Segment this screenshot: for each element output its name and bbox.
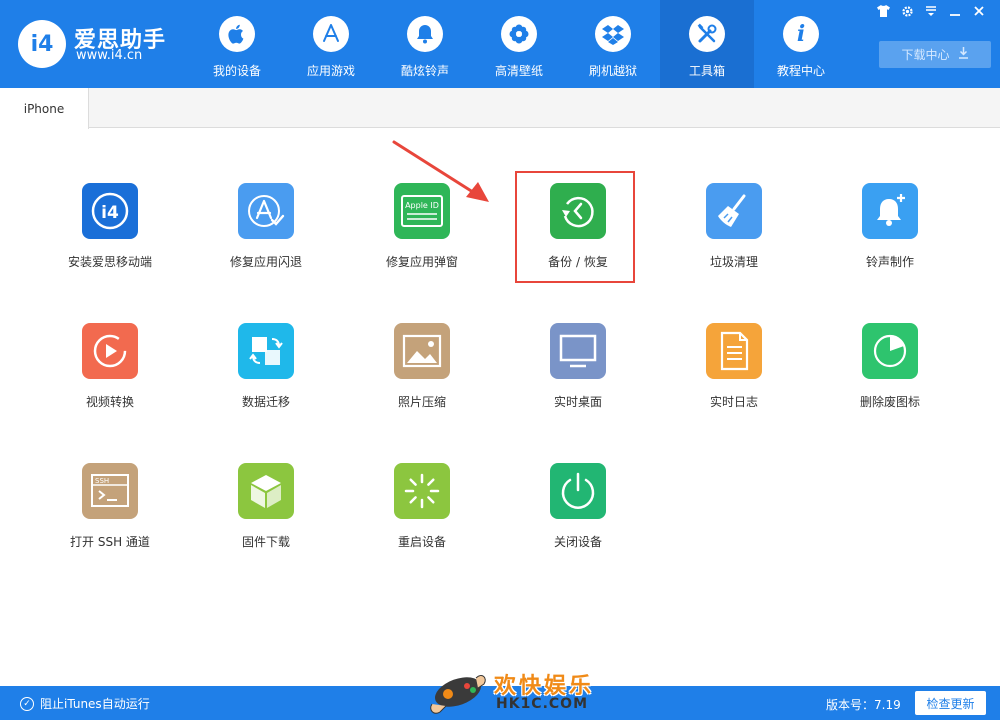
tool-install-i4-mobile[interactable]: i4 安装爱思移动端 xyxy=(35,183,185,293)
tool-photo-compress[interactable]: 照片压缩 xyxy=(347,323,497,433)
tool-label: 修复应用闪退 xyxy=(229,255,302,269)
power-icon xyxy=(550,463,606,519)
tool-label: 关闭设备 xyxy=(553,535,602,549)
tool-shutdown-device[interactable]: 关闭设备 xyxy=(503,463,653,573)
close-icon[interactable] xyxy=(970,3,988,19)
tool-open-ssh[interactable]: SSH 打开 SSH 通道 xyxy=(35,463,185,573)
bell-icon xyxy=(407,16,443,52)
apple-icon xyxy=(219,16,255,52)
terminal-icon: SSH xyxy=(82,463,138,519)
nav-label: 我的设备 xyxy=(212,64,261,78)
photo-icon xyxy=(394,323,450,379)
tool-backup-restore[interactable]: 备份 / 恢复 xyxy=(503,183,653,293)
tool-restart-device[interactable]: 重启设备 xyxy=(347,463,497,573)
tool-firmware-download[interactable]: 固件下载 xyxy=(191,463,341,573)
block-itunes-toggle[interactable]: ✓ 阻止iTunes自动运行 xyxy=(20,695,150,712)
device-tab-bar: iPhone xyxy=(0,88,1000,129)
i4-logo-icon: i4 xyxy=(18,20,66,68)
app-url: www.i4.cn xyxy=(76,48,143,63)
nav-label: 工具箱 xyxy=(688,64,725,78)
tool-label: 安装爱思移动端 xyxy=(67,255,152,269)
nav-wallpapers[interactable]: 高清壁纸 xyxy=(472,0,566,88)
download-center-label: 下载中心 xyxy=(901,48,950,62)
tool-video-convert[interactable]: 视频转换 xyxy=(35,323,185,433)
dropbox-icon xyxy=(595,16,631,52)
backup-restore-icon xyxy=(550,183,606,239)
svg-text:i4: i4 xyxy=(101,203,119,223)
info-icon: i xyxy=(783,16,819,52)
nav-tutorials[interactable]: i 教程中心 xyxy=(754,0,848,88)
tool-realtime-desktop[interactable]: 实时桌面 xyxy=(503,323,653,433)
shirt-icon[interactable] xyxy=(874,3,892,19)
app-logo: i4 爱思助手 www.i4.cn xyxy=(18,18,178,70)
nav-apps-games[interactable]: 应用游戏 xyxy=(284,0,378,88)
tool-label: 照片压缩 xyxy=(397,395,446,409)
tool-realtime-log[interactable]: 实时日志 xyxy=(659,323,809,433)
loading-spinner-icon xyxy=(394,463,450,519)
tool-label: 删除废图标 xyxy=(859,395,920,409)
nav-flash-jailbreak[interactable]: 刷机越狱 xyxy=(566,0,660,88)
block-itunes-label: 阻止iTunes自动运行 xyxy=(40,697,150,711)
tool-fix-app-crash[interactable]: 修复应用闪退 xyxy=(191,183,341,293)
check-icon: ✓ xyxy=(20,696,34,711)
bell-plus-icon xyxy=(862,183,918,239)
annotation-arrow-icon xyxy=(392,140,489,202)
download-center-button[interactable]: 下载中心 xyxy=(879,41,991,68)
cube-icon xyxy=(238,463,294,519)
tools-icon xyxy=(689,16,725,52)
i4-app-icon: i4 xyxy=(82,183,138,239)
tool-label: 垃圾清理 xyxy=(709,255,758,269)
tool-label: 实时桌面 xyxy=(553,395,602,409)
pie-chart-icon xyxy=(862,323,918,379)
ssh-text: SSH xyxy=(95,477,109,485)
tool-label: 重启设备 xyxy=(397,535,446,549)
menu-icon[interactable] xyxy=(922,3,940,19)
data-transfer-icon xyxy=(238,323,294,379)
gear-icon[interactable] xyxy=(898,3,916,19)
check-update-button[interactable]: 检查更新 xyxy=(915,691,986,715)
app-store-check-icon xyxy=(238,183,294,239)
tool-data-migration[interactable]: 数据迁移 xyxy=(191,323,341,433)
broom-icon xyxy=(706,183,762,239)
nav-ringtones[interactable]: 酷炫铃声 xyxy=(378,0,472,88)
tool-label: 数据迁移 xyxy=(241,395,290,409)
document-icon xyxy=(706,323,762,379)
tool-label: 固件下载 xyxy=(241,535,290,549)
tool-label: 视频转换 xyxy=(85,395,134,409)
app-store-icon xyxy=(313,16,349,52)
nav-toolbox[interactable]: 工具箱 xyxy=(660,0,754,88)
header: i4 爱思助手 www.i4.cn 我的设备 应用游戏 酷炫铃声 高清壁纸 刷机… xyxy=(0,0,1000,88)
nav-label: 高清壁纸 xyxy=(494,64,543,78)
gamepad-hands-icon xyxy=(430,675,486,714)
tool-label: 备份 / 恢复 xyxy=(548,255,608,269)
nav-label: 应用游戏 xyxy=(306,64,355,78)
tool-junk-cleanup[interactable]: 垃圾清理 xyxy=(659,183,809,293)
tool-label: 打开 SSH 通道 xyxy=(70,535,150,549)
window-controls xyxy=(874,3,988,19)
download-icon xyxy=(958,47,969,62)
tool-ringtone-maker[interactable]: 铃声制作 xyxy=(815,183,965,293)
watermark-en: HK1C.COM xyxy=(496,696,589,712)
nav-label: 酷炫铃声 xyxy=(400,64,449,78)
tool-label: 铃声制作 xyxy=(865,255,914,269)
flower-icon xyxy=(501,16,537,52)
monitor-icon xyxy=(550,323,606,379)
tool-label: 实时日志 xyxy=(709,395,758,409)
nav-label: 教程中心 xyxy=(776,64,825,78)
minimize-icon[interactable] xyxy=(946,3,964,19)
version-label: 版本号：7.19 xyxy=(826,698,901,712)
watermark: 欢快娱乐 HK1C.COM xyxy=(424,662,594,720)
main-nav: 我的设备 应用游戏 酷炫铃声 高清壁纸 刷机越狱 工具箱 i 教程中心 xyxy=(190,0,848,88)
tool-delete-junk-icons[interactable]: 删除废图标 xyxy=(815,323,965,433)
tool-label: 修复应用弹窗 xyxy=(385,255,458,269)
video-play-icon xyxy=(82,323,138,379)
nav-my-device[interactable]: 我的设备 xyxy=(190,0,284,88)
tab-iphone[interactable]: iPhone xyxy=(0,88,89,129)
nav-label: 刷机越狱 xyxy=(588,64,637,78)
